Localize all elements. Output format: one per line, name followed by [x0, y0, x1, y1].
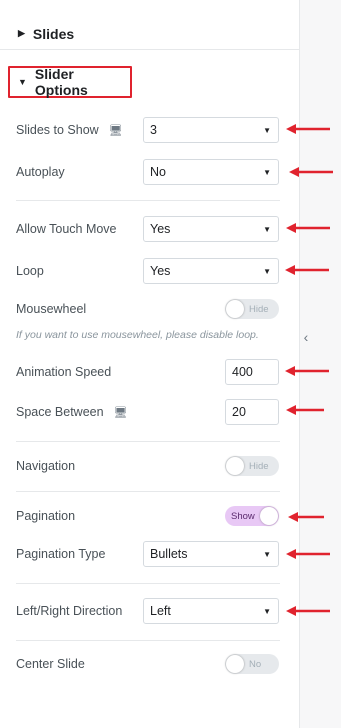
pagination-type-label: Pagination Type	[16, 547, 106, 561]
animation-speed-value: 400	[232, 365, 253, 379]
autoplay-value: No	[150, 165, 166, 179]
autoplay-label: Autoplay	[16, 165, 65, 179]
divider	[16, 491, 280, 492]
slides-to-show-label: Slides to Show	[16, 123, 99, 137]
mousewheel-label: Mousewheel	[16, 302, 87, 316]
caret-down-icon: ▼	[263, 224, 271, 234]
pagination-toggle[interactable]: Show	[225, 506, 279, 526]
desktop-monitor-icon[interactable]: 🖥	[109, 124, 123, 137]
animation-speed-label: Animation Speed	[16, 365, 112, 379]
space-between-label: Space Between	[16, 405, 104, 419]
space-between-input[interactable]: 20	[225, 399, 279, 425]
section-slider-options[interactable]: ▼ Slider Options	[8, 66, 132, 98]
red-arrow-icon	[285, 265, 329, 275]
navigation-toggle-text: Hide	[249, 460, 269, 472]
caret-down-icon: ▼	[263, 266, 271, 276]
center-slide-label: Center Slide	[16, 657, 85, 671]
red-arrow-icon	[288, 512, 324, 522]
toggle-knob	[226, 300, 244, 318]
mousewheel-toggle[interactable]: Hide	[225, 299, 279, 319]
slides-to-show-value: 3	[150, 123, 157, 137]
allow-touch-move-label: Allow Touch Move	[16, 222, 117, 236]
pagination-type-select[interactable]: Bullets ▼	[143, 541, 279, 567]
red-arrow-icon	[286, 405, 324, 415]
direction-label: Left/Right Direction	[16, 604, 123, 618]
direction-select[interactable]: Left ▼	[143, 598, 279, 624]
red-arrow-icon	[286, 549, 330, 559]
caret-down-icon: ▼	[263, 606, 271, 616]
caret-down-icon: ▼	[263, 167, 271, 177]
divider	[16, 200, 280, 201]
animation-speed-input[interactable]: 400	[225, 359, 279, 385]
red-arrow-icon	[289, 167, 333, 177]
autoplay-select[interactable]: No ▼	[143, 159, 279, 185]
divider	[16, 583, 280, 584]
mousewheel-note: If you want to use mousewheel, please di…	[16, 329, 259, 341]
settings-panel: ▶ Slides ▼ Slider Options Slides to Show…	[0, 0, 299, 728]
center-slide-toggle-text: No	[249, 658, 262, 670]
pagination-label: Pagination	[16, 509, 76, 523]
navigation-toggle[interactable]: Hide	[225, 456, 279, 476]
center-slide-toggle[interactable]: No	[225, 654, 279, 674]
loop-value: Yes	[150, 264, 171, 278]
divider	[16, 441, 280, 442]
allow-touch-move-select[interactable]: Yes ▼	[143, 216, 279, 242]
toggle-knob	[226, 457, 244, 475]
section-slider-options-title: Slider Options	[34, 66, 88, 98]
direction-value: Left	[150, 604, 171, 618]
red-arrow-icon	[286, 124, 330, 134]
section-slides[interactable]: ▶ Slides	[0, 18, 299, 50]
caret-down-icon: ▼	[263, 125, 271, 135]
toggle-knob	[226, 655, 244, 673]
allow-touch-move-value: Yes	[150, 222, 171, 236]
slides-to-show-select[interactable]: 3 ▼	[143, 117, 279, 143]
panel-edge	[299, 0, 341, 728]
red-arrow-icon	[286, 606, 330, 616]
loop-label: Loop	[16, 264, 44, 278]
pagination-type-value: Bullets	[150, 547, 188, 561]
navigation-label: Navigation	[16, 459, 76, 473]
desktop-monitor-icon[interactable]: 🖥	[114, 406, 128, 419]
loop-select[interactable]: Yes ▼	[143, 258, 279, 284]
caret-down-icon: ▼	[18, 77, 27, 87]
space-between-value: 20	[232, 405, 246, 419]
section-slides-title: Slides	[32, 25, 75, 42]
chevron-left-icon[interactable]: ‹	[299, 312, 313, 362]
divider	[16, 640, 280, 641]
caret-right-icon: ▶	[18, 28, 25, 38]
red-arrow-icon	[286, 223, 330, 233]
pagination-toggle-text: Show	[231, 510, 255, 522]
caret-down-icon: ▼	[263, 549, 271, 559]
toggle-knob	[260, 507, 278, 525]
red-arrow-icon	[285, 366, 329, 376]
mousewheel-toggle-text: Hide	[249, 303, 269, 315]
